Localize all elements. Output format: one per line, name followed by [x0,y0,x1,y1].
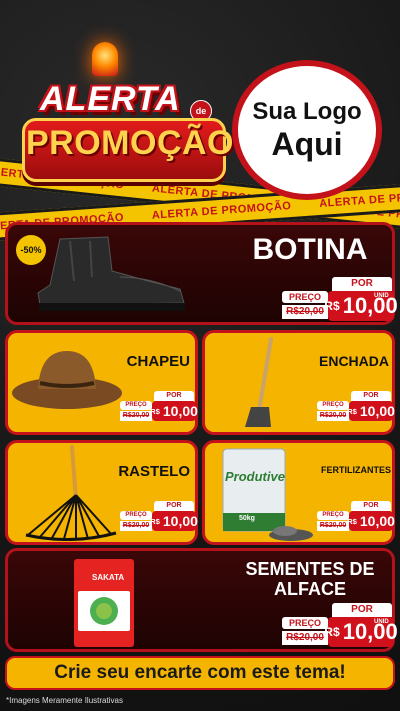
product-name: BOTINA [252,233,368,266]
siren-icon [92,42,118,76]
new-price-box: R$ 10,00 [347,401,395,421]
currency-symbol: R$ [150,406,160,416]
unid-label: UNID [374,293,389,299]
old-price: R$20,00 [317,521,349,531]
currency-symbol: R$ [324,299,340,313]
product-card-botina[interactable]: -50% BOTINA POR PREÇO R$20,00 R$ 10,00 U… [5,222,398,325]
footnote: *Imagens Meramente Ilustrativas [6,696,123,705]
pack-brand: SAKATA [92,573,125,582]
new-price: 10,00 [342,293,398,318]
alerta-text: ALERTA [40,80,181,118]
product-card-enchada[interactable]: ENCHADA POR PREÇO R$20,00 R$ 10,00 [202,330,395,435]
product-name: FERTILIZANTES [321,465,391,475]
por-label: POR [154,391,194,401]
promocao-text: PROMOÇÃO [26,124,234,162]
por-label: POR [351,391,391,401]
new-price-box: R$ 10,00 [150,511,198,531]
product-name: ENCHADA [319,353,389,369]
currency-symbol: R$ [347,516,357,526]
fertilizer-bag-image [222,448,313,541]
old-price: R$20,00 [317,411,349,421]
old-price: R$20,00 [282,305,328,319]
preco-label: PREÇO [317,401,349,410]
por-label: POR [332,277,392,291]
new-price: 10,00 [162,403,198,419]
preco-label: PREÇO [120,511,152,520]
por-label: POR [154,501,194,511]
logo-line2: Aqui [271,126,343,162]
product-card-chapeu[interactable]: CHAPEU POR PREÇO R$20,00 R$ 10,00 [5,330,198,435]
new-price-box: R$ 10,00 [150,401,198,421]
bag-weight: 50kg [239,515,255,522]
product-name-line2: ALFACE [274,579,346,599]
por-label: POR [332,603,392,617]
bag-brand: Produtive [225,469,285,484]
product-card-sementes[interactable]: SAKATA SEMENTES DE ALFACE POR PREÇO R$20… [5,548,398,652]
product-name-line1: SEMENTES DE [245,559,375,579]
seed-pack-image [74,559,134,647]
old-price: R$20,00 [120,521,152,531]
logo-placeholder[interactable]: Sua Logo Aqui [232,60,382,200]
new-price-box: R$ 10,00 [347,511,395,531]
rake-image [25,445,117,541]
hoe-image [245,337,273,427]
product-card-rastelo[interactable]: RASTELO POR PREÇO R$20,00 R$ 10,00 [5,440,198,545]
por-label: POR [351,501,391,511]
hat-image [12,351,122,409]
unid-label: UNID [374,619,389,625]
old-price: R$20,00 [282,631,328,645]
product-name: RASTELO [118,463,190,480]
new-price: 10,00 [342,619,398,644]
logo-line1: Sua Logo [252,98,362,125]
preco-label: PREÇO [282,617,328,629]
preco-label: PREÇO [120,401,152,410]
old-price: R$20,00 [120,411,152,421]
preco-label: PREÇO [317,511,349,520]
boot-image [37,236,186,311]
new-price: 10,00 [162,513,198,529]
preco-label: PREÇO [282,291,328,303]
product-name: CHAPEU [126,353,190,370]
currency-symbol: R$ [347,406,357,416]
new-price: 10,00 [359,513,395,529]
new-price: 10,00 [359,403,395,419]
currency-symbol: R$ [150,516,160,526]
product-card-fertilizantes[interactable]: Produtive 50kg FERTILIZANTES POR PREÇO R… [202,440,395,545]
cta-banner[interactable]: Crie seu encarte com este tema! [5,656,395,690]
currency-symbol: R$ [324,625,340,639]
flyer: ALERTA DE PROMOÇÃOALERTA DE PROMOÇÃOALER… [0,0,400,711]
tape-text: ALERTA DE PROMOÇÃO [151,199,292,222]
